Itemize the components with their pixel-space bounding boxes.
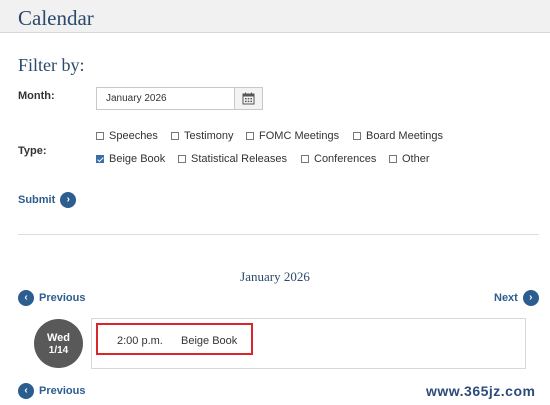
checkbox[interactable] (353, 132, 361, 140)
chevron-left-icon: ‹ (18, 290, 34, 306)
month-input[interactable]: January 2026 (106, 93, 167, 104)
next-label: Next (494, 292, 518, 304)
watermark: www.365jz.com (426, 383, 536, 399)
checkbox[interactable] (178, 155, 186, 163)
checkbox[interactable] (301, 155, 309, 163)
page-header: Calendar (0, 0, 550, 33)
checkbox-label: Speeches (109, 130, 158, 142)
type-checkbox-testimony[interactable]: Testimony (171, 130, 234, 142)
checkbox-label: FOMC Meetings (259, 130, 340, 142)
type-checkbox-beige-book[interactable]: Beige Book (96, 153, 165, 165)
type-checkbox-statistical-releases[interactable]: Statistical Releases (178, 153, 287, 165)
type-checkbox-fomc-meetings[interactable]: FOMC Meetings (246, 130, 339, 142)
event-name-link[interactable]: Beige Book (181, 335, 237, 347)
checkbox[interactable] (96, 132, 104, 140)
divider (18, 234, 539, 235)
type-label: Type: (18, 145, 47, 157)
filter-title: Filter by: (18, 55, 85, 75)
checkbox[interactable] (171, 132, 179, 140)
submit-button[interactable]: Submit › (18, 192, 77, 208)
checkbox-label: Board Meetings (366, 130, 444, 142)
page-title: Calendar (18, 6, 94, 30)
previous-label: Previous (39, 292, 86, 304)
checkbox[interactable] (246, 132, 254, 140)
chevron-left-icon: ‹ (18, 383, 34, 399)
next-link[interactable]: Next › (494, 290, 539, 306)
previous-link[interactable]: ‹ Previous (18, 290, 85, 306)
checkbox-label: Conferences (314, 153, 377, 165)
checkbox-checked[interactable] (96, 155, 104, 163)
type-checkbox-conferences[interactable]: Conferences (301, 153, 376, 165)
previous-label: Previous (39, 385, 86, 397)
type-checkbox-board-meetings[interactable]: Board Meetings (353, 130, 443, 142)
calendar-icon[interactable] (234, 88, 262, 109)
checkbox-label: Testimony (184, 130, 234, 142)
month-heading: January 2026 (240, 269, 310, 284)
event-time: 2:00 p.m. (117, 335, 163, 347)
event-date: 1/14 (48, 345, 69, 356)
type-checkbox-other[interactable]: Other (389, 153, 430, 165)
checkbox-label: Beige Book (109, 153, 166, 165)
type-checkbox-speeches[interactable]: Speeches (96, 130, 158, 142)
previous-link-bottom[interactable]: ‹ Previous (18, 383, 85, 399)
chevron-right-icon: › (522, 290, 539, 306)
month-label: Month: (18, 90, 55, 102)
event-date-badge: Wed 1/14 (34, 319, 83, 368)
month-picker[interactable]: January 2026 (96, 87, 263, 110)
event-day: Wed (46, 332, 71, 344)
checkbox-label: Statistical Releases (191, 153, 287, 165)
submit-label: Submit (18, 194, 56, 206)
chevron-right-icon: › (60, 192, 77, 208)
checkbox-label: Other (402, 153, 430, 165)
checkbox[interactable] (389, 155, 397, 163)
